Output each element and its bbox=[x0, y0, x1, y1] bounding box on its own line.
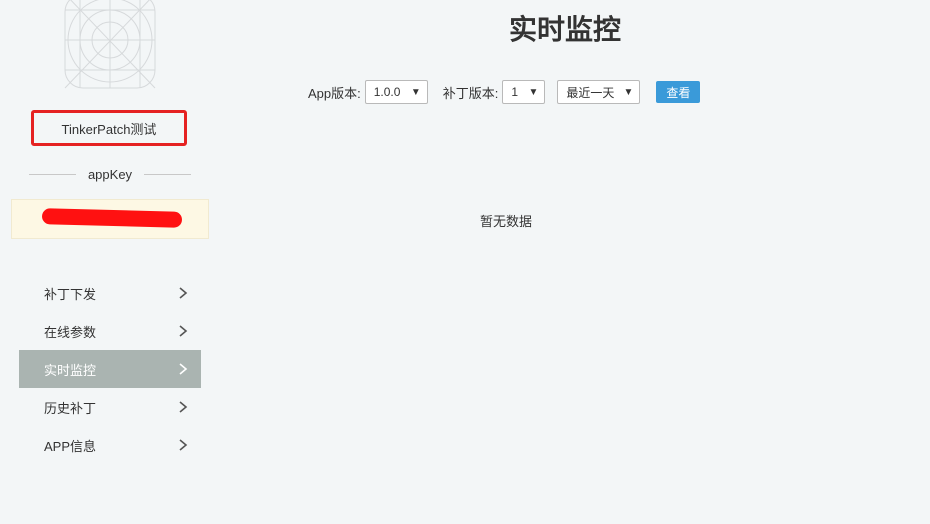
sidebar-item-label: 补丁下发 bbox=[44, 286, 97, 302]
appkey-divider: appKey bbox=[29, 164, 191, 184]
caret-down-icon: ▼ bbox=[528, 86, 539, 98]
query-button[interactable]: 查看 bbox=[656, 81, 701, 103]
chevron-right-icon bbox=[179, 401, 188, 413]
filter-bar: App版本: 1.0.0 ▼ 补丁版本: 1 ▼ 最近一天 ▼ 查看 bbox=[308, 80, 701, 104]
app-icon-placeholder bbox=[64, 0, 156, 89]
empty-state-text: 暂无数据 bbox=[479, 214, 532, 229]
sidebar-item-patch-history[interactable]: 历史补丁 bbox=[19, 388, 201, 426]
caret-down-icon: ▼ bbox=[623, 86, 634, 98]
app-version-label: App版本: bbox=[308, 85, 361, 101]
divider-line-left bbox=[29, 173, 76, 175]
sidebar-item-label: 历史补丁 bbox=[44, 400, 97, 416]
sidebar-nav: 补丁下发 在线参数 实时监控 历史补丁 APP信息 bbox=[19, 274, 201, 464]
appkey-box: ••••••••••••••2b0e bbox=[11, 199, 209, 239]
chevron-right-icon bbox=[179, 363, 188, 375]
sidebar-item-app-info[interactable]: APP信息 bbox=[19, 426, 201, 464]
sidebar-item-label: 实时监控 bbox=[44, 362, 97, 378]
app-name: TinkerPatch测试 bbox=[31, 110, 187, 146]
chevron-right-icon bbox=[179, 287, 188, 299]
patch-version-label: 补丁版本: bbox=[442, 85, 499, 101]
caret-down-icon: ▼ bbox=[410, 86, 421, 98]
divider-line-right bbox=[144, 173, 191, 175]
appkey-label: appKey bbox=[87, 166, 133, 182]
sidebar-item-label: APP信息 bbox=[44, 438, 97, 454]
sidebar: TinkerPatch测试 appKey ••••••••••••••2b0e … bbox=[0, 0, 220, 524]
time-range-value: 最近一天 bbox=[566, 85, 615, 100]
chevron-right-icon bbox=[179, 439, 188, 451]
chevron-right-icon bbox=[179, 325, 188, 337]
time-range-select[interactable]: 最近一天 ▼ bbox=[557, 80, 641, 104]
app-version-value: 1.0.0 bbox=[373, 85, 401, 99]
patch-version-value: 1 bbox=[511, 85, 519, 99]
sidebar-item-realtime-monitor[interactable]: 实时监控 bbox=[19, 350, 201, 388]
sidebar-item-label: 在线参数 bbox=[44, 324, 97, 340]
sidebar-item-patch-release[interactable]: 补丁下发 bbox=[19, 274, 201, 312]
page-title: 实时监控 bbox=[508, 14, 621, 45]
sidebar-item-online-params[interactable]: 在线参数 bbox=[19, 312, 201, 350]
patch-version-select[interactable]: 1 ▼ bbox=[502, 80, 546, 104]
app-version-select[interactable]: 1.0.0 ▼ bbox=[364, 80, 428, 104]
